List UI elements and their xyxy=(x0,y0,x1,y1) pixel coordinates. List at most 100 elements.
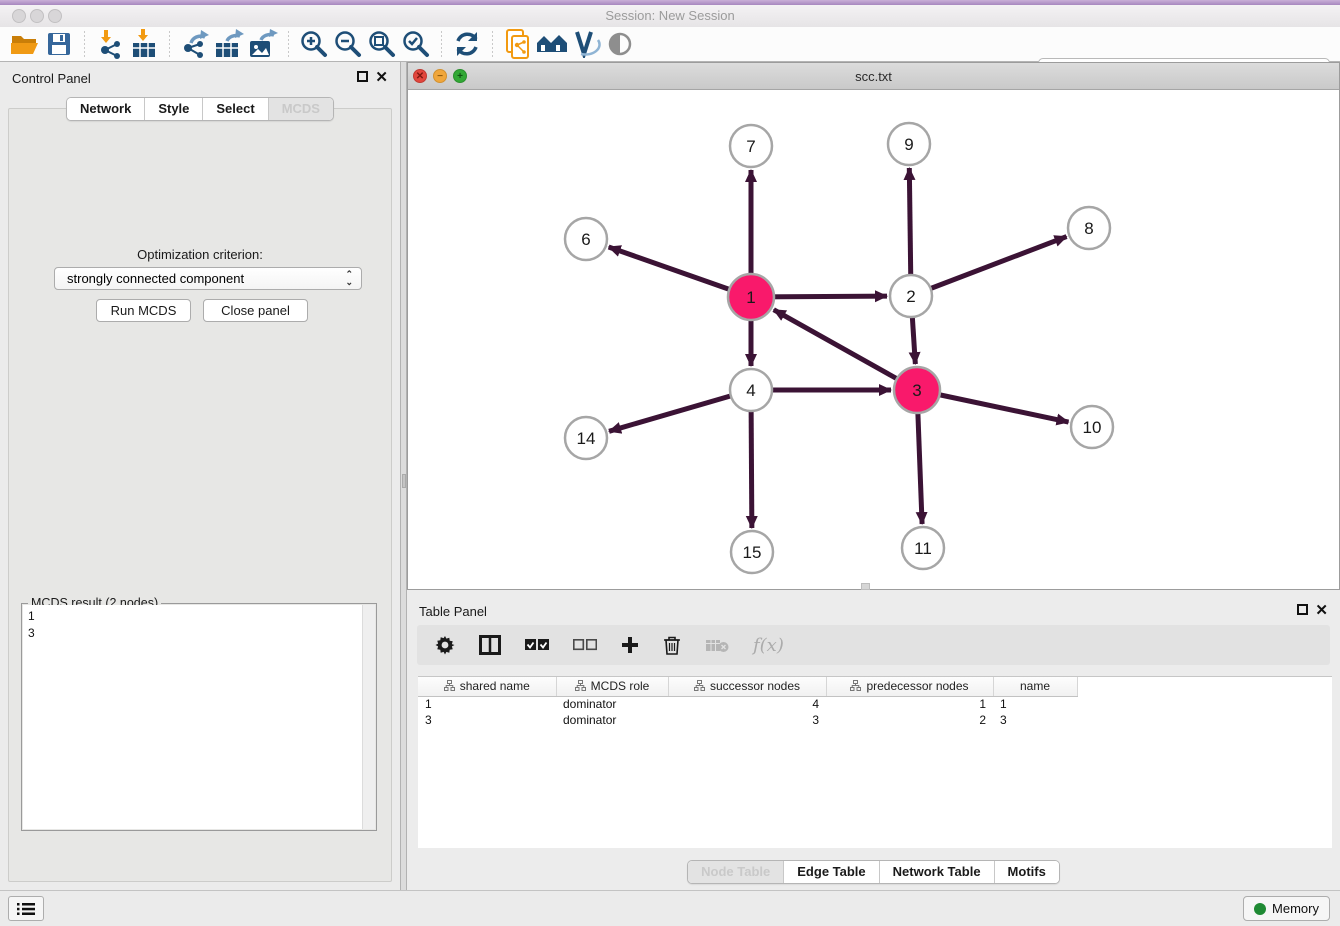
select-all-columns-icon[interactable] xyxy=(525,639,549,651)
graph-node-4[interactable]: 4 xyxy=(730,369,772,411)
export-table-icon[interactable] xyxy=(212,29,246,59)
zoom-out-icon[interactable] xyxy=(331,29,365,59)
cell-shared-name[interactable]: 3 xyxy=(418,712,556,728)
node-label: 14 xyxy=(577,429,596,448)
close-panel-icon[interactable]: ✕ xyxy=(375,68,388,86)
titlebar: Session: New Session xyxy=(0,5,1340,27)
show-column-icon[interactable] xyxy=(479,635,501,655)
cell-successor-nodes[interactable]: 3 xyxy=(668,712,826,728)
graph-node-14[interactable]: 14 xyxy=(565,417,607,459)
graph-node-6[interactable]: 6 xyxy=(565,218,607,260)
node-label: 15 xyxy=(743,543,762,562)
cell-mcds-role[interactable]: dominator xyxy=(556,712,668,728)
import-network-icon[interactable] xyxy=(93,29,127,59)
unselect-all-columns-icon[interactable] xyxy=(573,639,597,651)
hide-selected-eye-icon[interactable] xyxy=(603,29,637,59)
graph-node-10[interactable]: 10 xyxy=(1071,406,1113,448)
export-image-icon[interactable] xyxy=(246,29,280,59)
dropdown-value: strongly connected component xyxy=(67,271,244,286)
graph-node-15[interactable]: 15 xyxy=(731,531,773,573)
graph-node-8[interactable]: 8 xyxy=(1068,207,1110,249)
tab-select[interactable]: Select xyxy=(203,98,268,120)
table-toolbar: f(x) xyxy=(417,625,1330,665)
task-history-button[interactable] xyxy=(8,896,44,921)
network-resize-grip[interactable] xyxy=(861,583,870,590)
dropdown-stepper-icon: ⌃⌄ xyxy=(345,270,353,286)
create-column-plus-icon[interactable] xyxy=(621,636,639,654)
table-row[interactable]: 3 dominator 3 2 3 xyxy=(418,712,1077,728)
memory-button[interactable]: Memory xyxy=(1243,896,1330,921)
window-title: Session: New Session xyxy=(0,8,1340,23)
node-label: 11 xyxy=(914,539,932,558)
refresh-layout-icon[interactable] xyxy=(450,29,484,59)
delete-table-icon-disabled xyxy=(705,637,729,653)
cell-shared-name[interactable]: 1 xyxy=(418,696,556,712)
column-header[interactable]: shared name xyxy=(418,677,556,696)
cell-successor-nodes[interactable]: 4 xyxy=(668,696,826,712)
graph-edge-3-1[interactable] xyxy=(774,310,917,390)
function-builder-icon-disabled: f(x) xyxy=(753,635,784,656)
network-canvas[interactable]: 7 9 6 8 1 2 4 3 14 10 15 11 xyxy=(408,90,1339,589)
tab-network[interactable]: Network xyxy=(67,98,145,120)
network-graph[interactable]: 7 9 6 8 1 2 4 3 14 10 15 11 xyxy=(408,90,1339,589)
control-panel: Control Panel ✕ Optimization criterion: … xyxy=(0,62,400,890)
tab-mcds[interactable]: MCDS xyxy=(269,98,333,120)
graph-node-1[interactable]: 1 xyxy=(728,274,774,320)
close-panel-icon[interactable]: ✕ xyxy=(1315,601,1328,619)
toolbar-separator xyxy=(84,31,85,57)
result-scrollbar[interactable] xyxy=(362,605,375,829)
graph-node-3[interactable]: 3 xyxy=(894,367,940,413)
tab-network-table[interactable]: Network Table xyxy=(880,861,995,883)
show-all-networks-icon[interactable] xyxy=(535,29,569,59)
node-label: 3 xyxy=(912,381,921,400)
vizmapper-icon[interactable] xyxy=(569,29,603,59)
delete-column-trash-icon[interactable] xyxy=(663,635,681,655)
float-panel-icon[interactable] xyxy=(1297,604,1308,615)
table-tabs: Node Table Edge Table Network Table Moti… xyxy=(687,860,1060,884)
close-panel-button[interactable]: Close panel xyxy=(203,299,308,322)
save-session-icon[interactable] xyxy=(42,29,76,59)
node-table[interactable]: shared nameMCDS rolesuccessor nodesprede… xyxy=(418,676,1332,848)
run-mcds-button[interactable]: Run MCDS xyxy=(96,299,191,322)
node-label: 7 xyxy=(746,137,755,156)
graph-node-9[interactable]: 9 xyxy=(888,123,930,165)
zoom-in-icon[interactable] xyxy=(297,29,331,59)
mcds-panel: Optimization criterion: strongly connect… xyxy=(8,108,392,882)
table-row[interactable]: 1 dominator 4 1 1 xyxy=(418,696,1077,712)
tab-motifs[interactable]: Motifs xyxy=(995,861,1059,883)
column-header[interactable]: MCDS role xyxy=(556,677,668,696)
column-header[interactable]: name xyxy=(993,677,1077,696)
graph-node-7[interactable]: 7 xyxy=(730,125,772,167)
tab-style[interactable]: Style xyxy=(145,98,203,120)
table-panel-title: Table Panel xyxy=(419,604,487,619)
tab-node-table[interactable]: Node Table xyxy=(688,861,784,883)
graph-edge-2-8[interactable] xyxy=(911,237,1067,296)
memory-label: Memory xyxy=(1272,901,1319,916)
cell-name[interactable]: 1 xyxy=(993,696,1077,712)
network-window-titlebar[interactable]: ✕ − + scc.txt xyxy=(408,63,1339,90)
panel-splitter[interactable] xyxy=(400,62,407,890)
network-window: ✕ − + scc.txt 7 9 6 8 1 2 4 3 14 10 15 11 xyxy=(407,62,1340,590)
graph-node-11[interactable]: 11 xyxy=(902,527,944,569)
optimization-criterion-dropdown[interactable]: strongly connected component ⌃⌄ xyxy=(54,267,362,290)
table-settings-gear-icon[interactable] xyxy=(435,635,455,655)
cell-name[interactable]: 3 xyxy=(993,712,1077,728)
tab-edge-table[interactable]: Edge Table xyxy=(784,861,879,883)
float-panel-icon[interactable] xyxy=(357,71,368,82)
toolbar-separator xyxy=(288,31,289,57)
zoom-selected-icon[interactable] xyxy=(399,29,433,59)
import-table-icon[interactable] xyxy=(127,29,161,59)
cell-predecessor-nodes[interactable]: 1 xyxy=(826,696,993,712)
open-session-icon[interactable] xyxy=(8,29,42,59)
table-panel: Table Panel ✕ f(x) shared nameMCDS rol xyxy=(407,595,1340,890)
cell-mcds-role[interactable]: dominator xyxy=(556,696,668,712)
graph-node-2[interactable]: 2 xyxy=(890,275,932,317)
column-header[interactable]: predecessor nodes xyxy=(826,677,993,696)
zoom-fit-icon[interactable] xyxy=(365,29,399,59)
column-header[interactable]: successor nodes xyxy=(668,677,826,696)
clone-network-icon[interactable] xyxy=(501,29,535,59)
splitter-grip[interactable] xyxy=(402,474,406,488)
mcds-result-list[interactable]: 1 3 xyxy=(23,605,362,829)
export-network-icon[interactable] xyxy=(178,29,212,59)
cell-predecessor-nodes[interactable]: 2 xyxy=(826,712,993,728)
